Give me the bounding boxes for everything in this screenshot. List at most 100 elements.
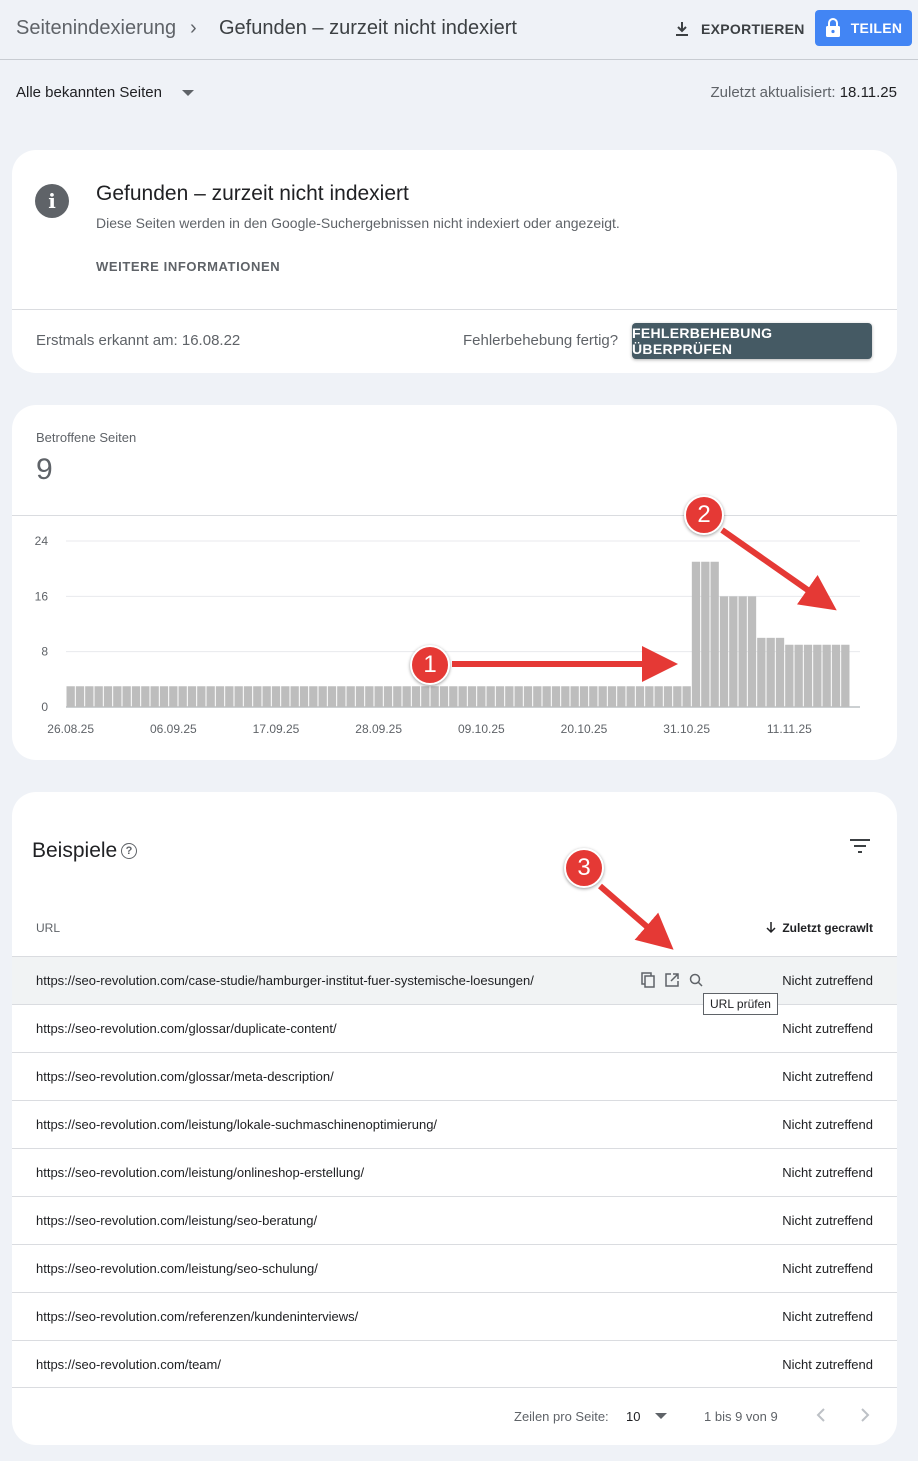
chart-bar [495, 686, 505, 707]
examples-card: Beispiele ? URL Zuletzt gecrawlt https:/… [12, 792, 897, 1445]
y-tick-label: 0 [41, 700, 48, 714]
chart-bar [337, 686, 346, 707]
chevron-left-icon[interactable] [815, 1407, 827, 1423]
chart-bar [729, 596, 738, 707]
chart-bar [570, 686, 579, 707]
chart-bar [131, 686, 141, 707]
table-row[interactable]: https://seo-revolution.com/referenzen/ku… [12, 1292, 897, 1340]
issue-card: i Gefunden – zurzeit nicht indexiert Die… [12, 150, 897, 373]
dropdown-arrow-icon[interactable] [655, 1413, 667, 1419]
chart-bar [486, 686, 495, 707]
help-icon[interactable]: ? [121, 843, 137, 859]
chart-bar [159, 686, 169, 707]
chart-bar [682, 686, 691, 707]
arrow-down-icon [766, 922, 776, 934]
chart-bar [467, 686, 477, 707]
copy-icon[interactable] [640, 972, 656, 988]
more-info-link[interactable]: WEITERE INFORMATIONEN [96, 259, 280, 274]
column-header-last-crawled-label: Zuletzt gecrawlt [782, 921, 873, 935]
chart-bar [169, 686, 178, 707]
x-tick-label: 11.11.25 [767, 722, 812, 736]
x-tick-label: 09.10.25 [458, 722, 505, 736]
x-tick-label: 31.10.25 [663, 722, 710, 736]
row-last-crawled: Nicht zutreffend [782, 1069, 873, 1084]
chevron-right-icon[interactable] [859, 1407, 871, 1423]
chart-card: Betroffene Seiten 9 0 8 16 24 26.08.25 06.09.… [12, 405, 897, 760]
table-row[interactable]: https://seo-revolution.com/leistung/seo-… [12, 1196, 897, 1244]
table-row[interactable]: https://seo-revolution.com/glossar/meta-… [12, 1052, 897, 1100]
chart-bar [430, 686, 439, 707]
chart-bar [533, 686, 542, 707]
last-updated-value: 18.11.25 [839, 84, 897, 101]
chart-bar [635, 686, 645, 707]
rows-per-page-select[interactable]: 10 [626, 1409, 640, 1424]
row-url: https://seo-revolution.com/team/ [36, 1356, 221, 1372]
chart-bar [785, 644, 794, 707]
page-filter-dropdown[interactable]: Alle bekannten Seiten [16, 84, 194, 101]
row-last-crawled: Nicht zutreffend [782, 1261, 873, 1276]
row-last-crawled: Nicht zutreffend [782, 1117, 873, 1132]
row-last-crawled: Nicht zutreffend [782, 1165, 873, 1180]
row-actions [640, 972, 704, 988]
chart-bar [822, 644, 831, 707]
chart-bar [253, 686, 262, 707]
chart-bar [318, 686, 327, 707]
chart-bar [281, 686, 290, 707]
first-seen-date: Erstmals erkannt am: 16.08.22 [36, 332, 241, 349]
table-row[interactable]: https://seo-revolution.com/leistung/seo-… [12, 1244, 897, 1292]
annotation-badge-1: 1 [410, 645, 450, 685]
chart-bar [383, 686, 393, 707]
row-last-crawled: Nicht zutreffend [782, 1309, 873, 1324]
chart-bar [402, 686, 411, 707]
chart-bar [757, 637, 766, 707]
chart-bar [766, 637, 775, 707]
affected-pages-chart: 0 8 16 24 26.08.25 06.09.25 17.09.25 28.09.25 09… [35, 534, 860, 736]
chart-bar [178, 686, 187, 707]
chart-bar [794, 644, 803, 707]
y-tick-label: 16 [35, 589, 49, 603]
open-in-new-icon[interactable] [664, 972, 680, 988]
chart-bar [66, 686, 75, 707]
validate-fix-button[interactable]: FEHLERBEHEBUNG ÜBERPRÜFEN [632, 323, 872, 359]
table-row[interactable]: https://seo-revolution.com/team/Nicht zu… [12, 1340, 897, 1388]
table-row[interactable]: https://seo-revolution.com/leistung/onli… [12, 1148, 897, 1196]
chart-bar [85, 686, 94, 707]
inspect-url-icon[interactable] [688, 972, 704, 988]
chart-bar [607, 686, 617, 707]
filter-icon[interactable] [850, 838, 870, 854]
x-tick-label: 17.09.25 [253, 722, 300, 736]
chart-bar [841, 644, 850, 707]
export-button[interactable]: EXPORTIEREN [673, 14, 805, 44]
chart-bar [141, 686, 150, 707]
chart-bar [542, 686, 551, 707]
chart-bar [663, 686, 673, 707]
row-url: https://seo-revolution.com/leistung/onli… [36, 1165, 365, 1180]
x-tick-label: 20.10.25 [561, 722, 608, 736]
issue-title: Gefunden – zurzeit nicht indexiert [96, 182, 409, 205]
annotation-badge-3: 3 [564, 848, 604, 888]
chart-bar [579, 686, 589, 707]
rows-per-page-label: Zeilen pro Seite: [514, 1409, 609, 1424]
chart-bar [75, 686, 85, 707]
top-bar: Seitenindexierung › Gefunden – zurzeit n… [0, 0, 918, 60]
breadcrumb-root[interactable]: Seitenindexierung [16, 17, 176, 40]
table-row[interactable]: https://seo-revolution.com/leistung/loka… [12, 1100, 897, 1148]
chart-bar [710, 561, 719, 707]
chart-bar [738, 596, 747, 707]
share-button[interactable]: TEILEN [815, 10, 912, 46]
info-icon: i [35, 184, 69, 218]
chart-bar [262, 686, 271, 707]
column-header-url[interactable]: URL [36, 921, 60, 935]
y-tick-label: 8 [41, 645, 48, 659]
x-tick-label: 28.09.25 [355, 722, 402, 736]
row-url: https://seo-revolution.com/leistung/seo-… [36, 1213, 318, 1228]
chart-bar [327, 686, 337, 707]
chart-bar [271, 686, 281, 707]
chart-bar [346, 686, 355, 707]
chart-bar [617, 686, 626, 707]
chart-bar [691, 561, 701, 707]
row-last-crawled: Nicht zutreffend [782, 1021, 873, 1036]
column-header-last-crawled[interactable]: Zuletzt gecrawlt [766, 921, 873, 935]
chart-bar [775, 637, 785, 707]
row-last-crawled: Nicht zutreffend [782, 1213, 873, 1228]
